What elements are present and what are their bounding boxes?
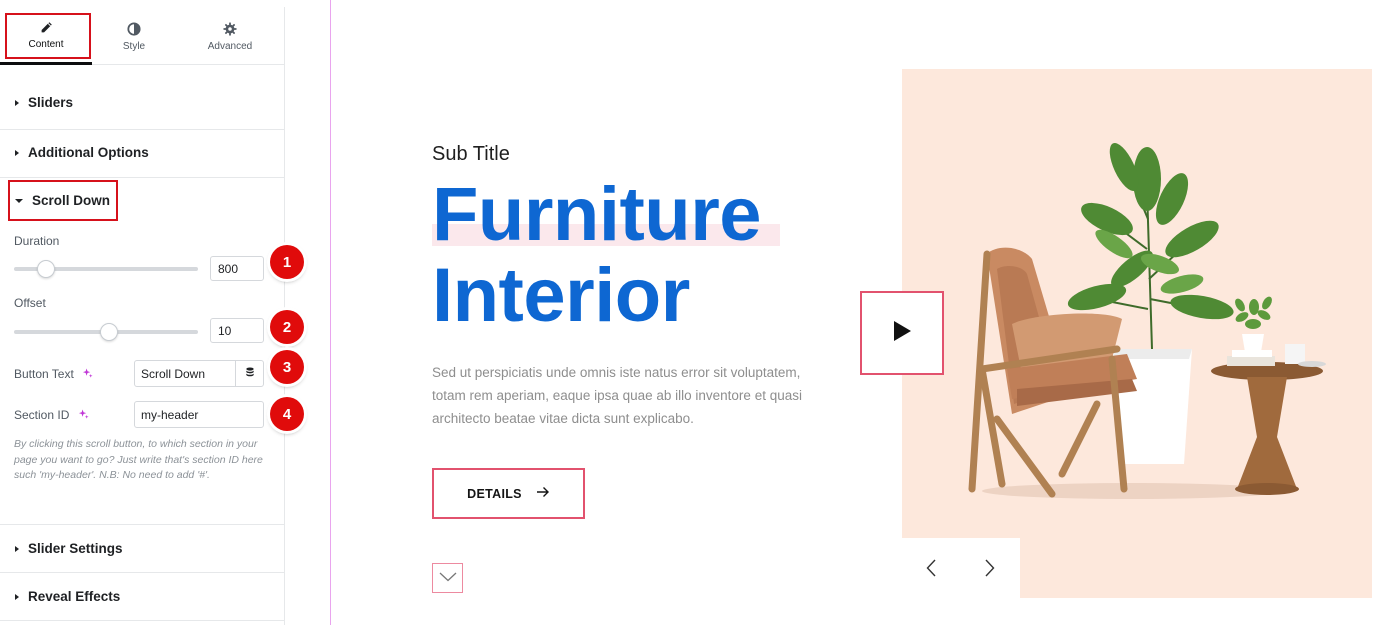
- hero-image-chair-plant: [902, 69, 1372, 598]
- editor-panel: Content Style Advanced Sliders Additiona…: [0, 0, 304, 625]
- section-additional-options-toggle[interactable]: Additional Options: [15, 145, 149, 160]
- caret-right-icon: [15, 149, 19, 156]
- offset-label: Offset: [14, 296, 46, 310]
- slider-nav: [902, 538, 1020, 598]
- step-badge-3: 3: [270, 350, 304, 384]
- ai-sparkle-icon[interactable]: [82, 368, 93, 382]
- scroll-down-button[interactable]: [432, 563, 463, 593]
- button-text-label: Button Text: [14, 367, 93, 382]
- offset-input[interactable]: 10: [210, 318, 264, 343]
- tab-style-label: Style: [122, 40, 146, 52]
- section-id-label-text: Section ID: [14, 408, 70, 422]
- details-button-label: DETAILS: [467, 486, 522, 501]
- chevron-left-icon[interactable]: [920, 557, 942, 579]
- duration-slider-handle[interactable]: [37, 260, 55, 278]
- section-slider-settings-title: Slider Settings: [28, 541, 123, 556]
- hero-title-line-1: Furniture: [432, 172, 762, 257]
- section-scroll-down-title: Scroll Down: [32, 193, 111, 208]
- step-badge-2: 2: [270, 310, 304, 344]
- section-sliders: Sliders: [0, 80, 285, 130]
- offset-slider-handle[interactable]: [100, 323, 118, 341]
- panel-tabs: Content Style Advanced: [0, 7, 285, 65]
- section-scroll-down: Scroll Down Duration 800 1 Offset 10 2 B…: [0, 178, 304, 525]
- section-id-input[interactable]: my-header: [134, 401, 264, 428]
- section-reveal-effects: Reveal Effects: [0, 573, 285, 621]
- offset-slider[interactable]: [14, 323, 198, 341]
- tab-advanced[interactable]: Advanced: [186, 7, 274, 65]
- highlight-box-content-tab: [5, 13, 91, 59]
- database-icon: [245, 366, 255, 381]
- section-sliders-toggle[interactable]: Sliders: [15, 95, 73, 110]
- hero-sub-title: Sub Title: [432, 143, 510, 165]
- section-sliders-title: Sliders: [28, 95, 74, 110]
- caret-right-icon: [15, 593, 19, 600]
- tab-advanced-label: Advanced: [207, 40, 253, 52]
- gear-icon: [223, 21, 237, 37]
- tab-style[interactable]: Style: [92, 7, 176, 65]
- details-button[interactable]: DETAILS: [432, 468, 585, 519]
- duration-slider[interactable]: [14, 260, 198, 278]
- caret-right-icon: [15, 99, 19, 106]
- hero-title-line-2: Interior: [432, 253, 690, 338]
- chevron-down-icon: [439, 569, 457, 587]
- section-additional-options: Additional Options: [0, 130, 285, 178]
- section-scroll-down-toggle[interactable]: Scroll Down: [15, 193, 110, 208]
- scroll-down-help-text: By clicking this scroll button, to which…: [14, 438, 263, 481]
- half-circle-icon: [127, 21, 141, 37]
- arrow-right-icon: [522, 486, 550, 501]
- section-reveal-effects-toggle[interactable]: Reveal Effects: [15, 589, 120, 604]
- step-badge-4: 4: [270, 397, 304, 431]
- panel-top-bar: [0, 0, 285, 7]
- dynamic-tags-button[interactable]: [235, 361, 263, 386]
- ai-sparkle-icon[interactable]: [78, 409, 89, 423]
- play-icon: [892, 320, 912, 347]
- duration-input[interactable]: 800: [210, 256, 264, 281]
- chevron-right-icon[interactable]: [979, 557, 1001, 579]
- step-badge-1: 1: [270, 245, 304, 279]
- section-slider-settings-toggle[interactable]: Slider Settings: [15, 541, 123, 556]
- section-slider-settings: Slider Settings: [0, 525, 285, 573]
- play-video-button[interactable]: [860, 291, 944, 375]
- section-id-label: Section ID: [14, 408, 89, 423]
- caret-right-icon: [15, 545, 19, 552]
- button-text-value: Scroll Down: [141, 367, 206, 381]
- section-reveal-effects-title: Reveal Effects: [28, 589, 121, 604]
- section-additional-options-title: Additional Options: [28, 145, 149, 160]
- button-text-input[interactable]: Scroll Down: [134, 360, 264, 387]
- duration-label: Duration: [14, 234, 60, 248]
- hero-description: Sed ut perspiciatis unde omnis iste natu…: [432, 365, 802, 426]
- preview-edge-line: [330, 0, 331, 625]
- caret-down-icon: [15, 198, 23, 203]
- button-text-label-text: Button Text: [14, 367, 74, 381]
